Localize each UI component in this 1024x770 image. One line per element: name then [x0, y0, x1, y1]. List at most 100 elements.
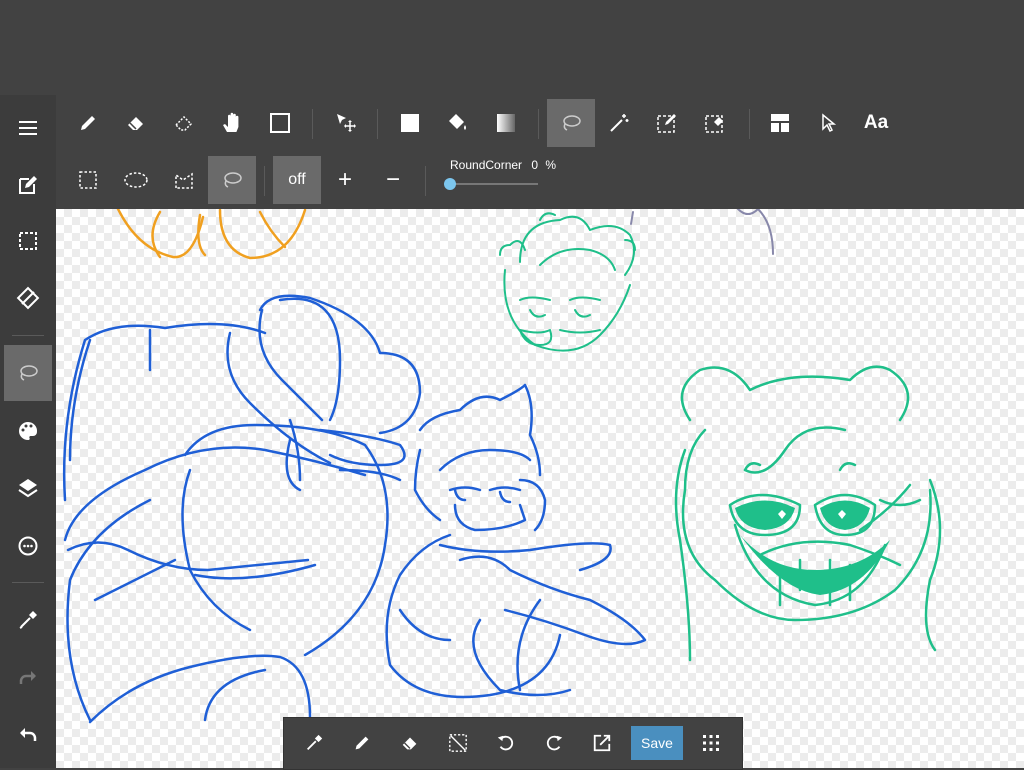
eraser-tool[interactable] [112, 99, 160, 147]
subtract-selection-button[interactable]: − [369, 156, 417, 204]
round-corner-slider[interactable] [450, 183, 538, 185]
green-sketch-small [499, 212, 636, 352]
text-icon: Aa [863, 112, 889, 133]
pen-icon [81, 116, 95, 130]
bucket-icon [449, 114, 466, 130]
left-sidebar [0, 95, 57, 768]
toolbar-separator [749, 109, 750, 139]
pen-icon [355, 736, 369, 750]
pointer-icon [822, 113, 837, 133]
material-icon [18, 536, 38, 556]
selection-options-bar: off + − RoundCorner 0 % [56, 152, 1024, 209]
ellipse-select-icon [124, 172, 148, 188]
blue-sketch-left [62, 294, 422, 724]
gradient-tool[interactable] [482, 99, 530, 147]
round-corner-label: RoundCorner 0 % [450, 158, 556, 172]
menu-button[interactable] [4, 104, 52, 152]
palette-icon [19, 421, 38, 440]
menu-icon [19, 121, 37, 135]
add-selection-button[interactable]: + [321, 156, 369, 204]
material-button[interactable] [4, 522, 52, 570]
polygon-select-button[interactable] [160, 156, 208, 204]
sidebar-separator [12, 582, 44, 583]
select-eraser-icon [705, 115, 723, 133]
save-button[interactable]: Save [631, 726, 683, 760]
eyedropper-button[interactable] [292, 721, 336, 765]
edit-icon [19, 176, 37, 194]
eraser-button[interactable] [388, 721, 432, 765]
lasso-icon [224, 172, 242, 188]
bucket-tool[interactable] [434, 99, 482, 147]
redo-button[interactable] [532, 721, 576, 765]
blue-sketch-middle [385, 383, 647, 699]
fill-square-icon [401, 114, 419, 132]
round-corner-value: 0 [531, 158, 539, 172]
undo-icon [20, 728, 37, 741]
magic-wand-tool[interactable] [595, 99, 643, 147]
undo-button[interactable] [484, 721, 528, 765]
layers-button[interactable] [4, 464, 52, 512]
polygon-select-icon [175, 172, 193, 189]
deselect-button[interactable] [436, 721, 480, 765]
tool-toolbar: Aa [56, 95, 1024, 153]
transform-button[interactable] [4, 274, 52, 322]
purple-sketch [630, 209, 774, 255]
layer-tool[interactable] [756, 99, 804, 147]
hand-tool[interactable] [208, 99, 256, 147]
select-pen-icon [657, 114, 676, 133]
edit-button[interactable] [4, 161, 52, 209]
orange-sketch [116, 209, 307, 260]
selection-button[interactable] [4, 217, 52, 265]
toolbar-separator [312, 109, 313, 139]
redo-rotate-icon [546, 735, 563, 751]
round-corner-unit: % [545, 158, 557, 172]
selection-mode-off-button[interactable]: off [273, 156, 321, 204]
blur-icon [174, 115, 193, 131]
lasso-button[interactable] [4, 345, 52, 401]
transform-icon [16, 286, 40, 310]
rect-select-button[interactable] [64, 156, 112, 204]
ellipse-select-button[interactable] [112, 156, 160, 204]
hand-icon [223, 112, 239, 132]
eyedropper-button[interactable] [4, 596, 52, 644]
palette-button[interactable] [4, 407, 52, 455]
status-bar [0, 0, 1024, 95]
lasso-select-button[interactable] [208, 156, 256, 204]
layers-icon [18, 479, 38, 498]
deselect-icon [449, 734, 467, 752]
undo-button[interactable] [4, 711, 52, 759]
pen-tool[interactable] [64, 99, 112, 147]
sidebar-separator [12, 335, 44, 336]
toolbar-separator [425, 166, 426, 196]
undo-rotate-icon [497, 735, 514, 751]
selection-pen-tool[interactable] [643, 99, 691, 147]
pen-button[interactable] [340, 721, 384, 765]
grid-icon [703, 735, 719, 751]
toolbar-separator [377, 109, 378, 139]
green-fill [735, 500, 890, 595]
round-corner-slider-knob[interactable] [444, 178, 456, 190]
eyedropper-icon [306, 734, 323, 751]
eraser-icon [128, 117, 143, 130]
shape-tool[interactable] [256, 99, 304, 147]
fill-tool[interactable] [386, 99, 434, 147]
bottom-toolbar: Save [283, 717, 743, 770]
redo-button[interactable] [4, 654, 52, 702]
selection-eraser-tool[interactable] [691, 99, 739, 147]
lasso-tool[interactable] [547, 99, 595, 147]
green-sketch-large [674, 365, 942, 662]
text-tool[interactable]: Aa [852, 99, 900, 147]
drawing-canvas[interactable] [56, 209, 1024, 768]
magic-wand-icon [610, 114, 629, 132]
lasso-icon [563, 115, 581, 131]
share-button[interactable] [580, 721, 624, 765]
eyedropper-icon [19, 611, 37, 629]
operation-tool[interactable] [804, 99, 852, 147]
square-icon [270, 113, 290, 133]
rect-select-icon [79, 171, 97, 189]
share-icon [593, 734, 611, 752]
more-button[interactable] [689, 721, 733, 765]
blur-tool[interactable] [160, 99, 208, 147]
sketch-artwork [62, 209, 942, 724]
move-tool[interactable] [322, 99, 370, 147]
